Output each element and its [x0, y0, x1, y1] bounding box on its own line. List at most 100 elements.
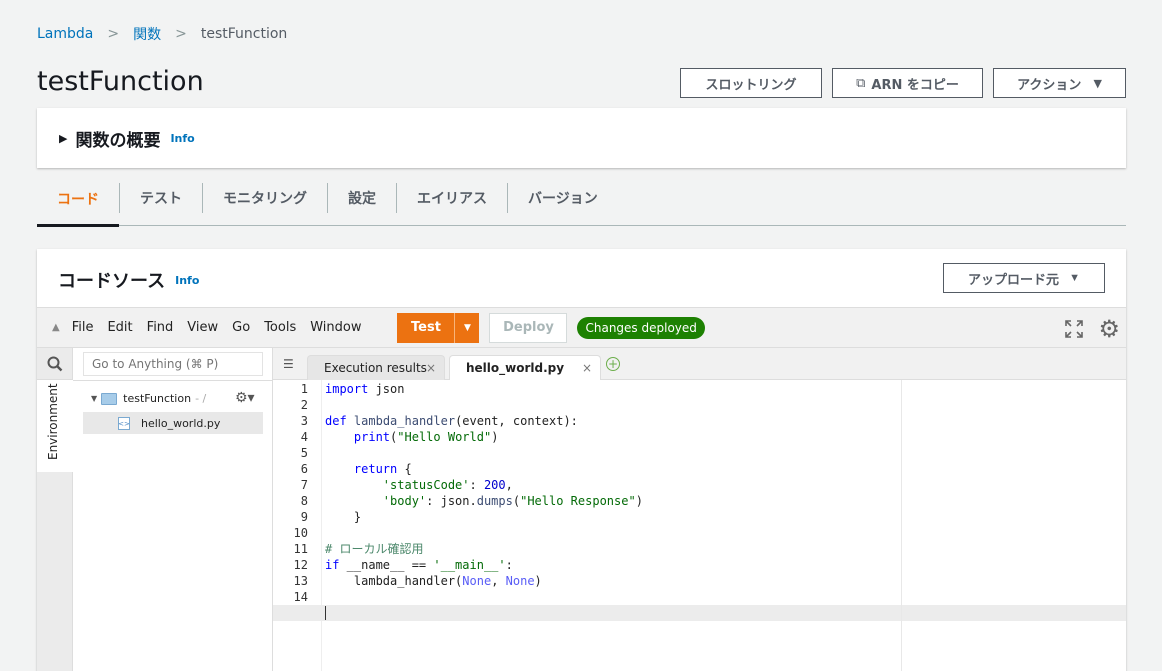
- status-badge: Changes deployed: [577, 316, 705, 339]
- breadcrumb-current: testFunction: [200, 26, 288, 42]
- tab-test[interactable]: テスト: [119, 183, 203, 213]
- caret-right-icon: ▶: [59, 131, 68, 145]
- tree-gear-icon[interactable]: ⚙▾: [235, 390, 255, 406]
- code-line: }: [325, 510, 362, 524]
- deploy-button[interactable]: Deploy: [489, 312, 568, 343]
- code-editor[interactable]: import json def lambda_handler(event, co…: [322, 380, 1126, 671]
- editor-tab-bar: ☰ Execution results × hello_world.py × +: [273, 348, 1126, 380]
- goto-anything-input[interactable]: [83, 352, 263, 376]
- code-line: lambda_handler(None, None): [325, 574, 542, 588]
- test-dropdown-icon[interactable]: ▼: [454, 312, 479, 343]
- tab-configuration[interactable]: 設定: [328, 183, 397, 213]
- tree-root-slash: /: [202, 392, 207, 405]
- code-source-info-link[interactable]: Info: [175, 274, 199, 287]
- menu-window[interactable]: Window: [310, 320, 361, 335]
- test-button-label: Test: [411, 320, 441, 335]
- line-number: 9: [300, 510, 308, 524]
- code-editor-ide: ▲ File Edit Find View Go Tools Window Te…: [37, 307, 1126, 671]
- code-source-title: コードソース: [58, 271, 166, 292]
- chevron-right-icon: >: [107, 26, 120, 42]
- chevron-right-icon: >: [175, 26, 187, 42]
- line-number: 3: [300, 414, 308, 428]
- tree-file-hello-world[interactable]: <> hello_world.py: [83, 412, 263, 434]
- tab-hello-world[interactable]: hello_world.py ×: [449, 355, 601, 380]
- collapse-icon[interactable]: ▲: [52, 322, 60, 333]
- caret-down-icon: ▼: [1093, 76, 1102, 90]
- code-line: print("Hello World"): [353, 430, 499, 444]
- menu-find[interactable]: Find: [147, 320, 174, 335]
- tree-file-label: hello_world.py: [141, 416, 221, 430]
- breadcrumb: Lambda > 関数 > testFunction: [37, 24, 287, 44]
- tree-root-label: testFunction: [123, 392, 192, 405]
- copy-arn-label: ARN をコピー: [871, 77, 959, 93]
- page-title: testFunction: [37, 66, 204, 97]
- menu-file[interactable]: File: [72, 320, 94, 335]
- print-margin: [901, 380, 902, 671]
- overview-info-link[interactable]: Info: [170, 132, 194, 145]
- ide-right-icons: ⚙: [1064, 315, 1120, 343]
- menu-tools[interactable]: Tools: [264, 320, 296, 335]
- line-numbers: 123456789101112131415: [273, 380, 321, 621]
- actions-label: アクション: [1017, 77, 1082, 93]
- code-line: # ローカル確認用: [325, 542, 424, 556]
- code-line: return {: [353, 462, 412, 476]
- line-number-gutter: 123456789101112131415: [273, 380, 322, 671]
- active-line-gutter: [273, 605, 322, 621]
- breadcrumb-lambda[interactable]: Lambda: [37, 26, 93, 42]
- line-number: 7: [300, 478, 308, 492]
- line-number: 4: [300, 430, 308, 444]
- fullscreen-icon[interactable]: [1064, 319, 1084, 339]
- code-line: def lambda_handler(event, context):: [325, 414, 578, 428]
- environment-tab[interactable]: Environment: [37, 380, 73, 472]
- text-cursor: [325, 606, 326, 620]
- menu-view[interactable]: View: [187, 320, 218, 335]
- close-icon[interactable]: ×: [582, 361, 592, 375]
- code-line: 'statusCode': 200,: [382, 478, 513, 492]
- menu-go[interactable]: Go: [232, 320, 250, 335]
- environment-tab-label: Environment: [46, 383, 60, 460]
- line-number: 10: [293, 526, 308, 540]
- menu-edit[interactable]: Edit: [107, 320, 132, 335]
- close-icon[interactable]: ×: [426, 361, 436, 375]
- function-overview-title: 関数の概要: [75, 130, 161, 151]
- tree-root-suffix: - /: [195, 392, 207, 405]
- active-line-highlight: [322, 605, 1126, 621]
- line-number: 12: [293, 558, 308, 572]
- caret-down-icon: ▼: [91, 394, 98, 403]
- tab-aliases[interactable]: エイリアス: [397, 183, 508, 213]
- divider: [73, 380, 273, 381]
- tree-root-folder[interactable]: ▼ testFunction - /: [91, 392, 206, 405]
- line-number: 11: [293, 542, 308, 556]
- code-line: if __name__ == '__main__':: [325, 558, 513, 572]
- python-file-icon: <>: [118, 417, 130, 430]
- upload-from-button[interactable]: アップロード元 ▼: [943, 263, 1105, 293]
- tab-hello-world-label: hello_world.py: [466, 361, 565, 375]
- line-number: 1: [300, 382, 308, 396]
- tab-monitoring[interactable]: モニタリング: [203, 183, 328, 213]
- tab-code[interactable]: コード: [37, 182, 119, 227]
- gear-icon[interactable]: ⚙: [1098, 315, 1120, 343]
- actions-button[interactable]: アクション ▼: [993, 68, 1126, 98]
- breadcrumb-functions[interactable]: 関数: [133, 24, 161, 44]
- code-line: import json: [325, 382, 405, 396]
- copy-arn-button[interactable]: ⧉ ARN をコピー: [832, 68, 983, 98]
- throttle-button[interactable]: スロットリング: [680, 68, 822, 98]
- tab-list-icon[interactable]: ☰: [283, 357, 294, 371]
- test-button[interactable]: Test ▼: [397, 312, 480, 343]
- tab-versions[interactable]: バージョン: [508, 183, 618, 213]
- function-overview-panel[interactable]: ▶ 関数の概要 Info: [37, 108, 1126, 168]
- tab-execution-results[interactable]: Execution results ×: [307, 355, 445, 380]
- tab-execution-results-label: Execution results: [324, 361, 427, 375]
- code-lines: import json def lambda_handler(event, co…: [322, 380, 1126, 621]
- line-number: 14: [293, 590, 308, 604]
- copy-icon: ⧉: [856, 75, 866, 91]
- line-number: 8: [300, 494, 308, 508]
- add-tab-icon[interactable]: +: [606, 357, 620, 371]
- ide-menubar: ▲ File Edit Find View Go Tools Window Te…: [37, 308, 1126, 348]
- search-icon[interactable]: [37, 348, 73, 380]
- throttle-button-label: スロットリング: [705, 77, 797, 93]
